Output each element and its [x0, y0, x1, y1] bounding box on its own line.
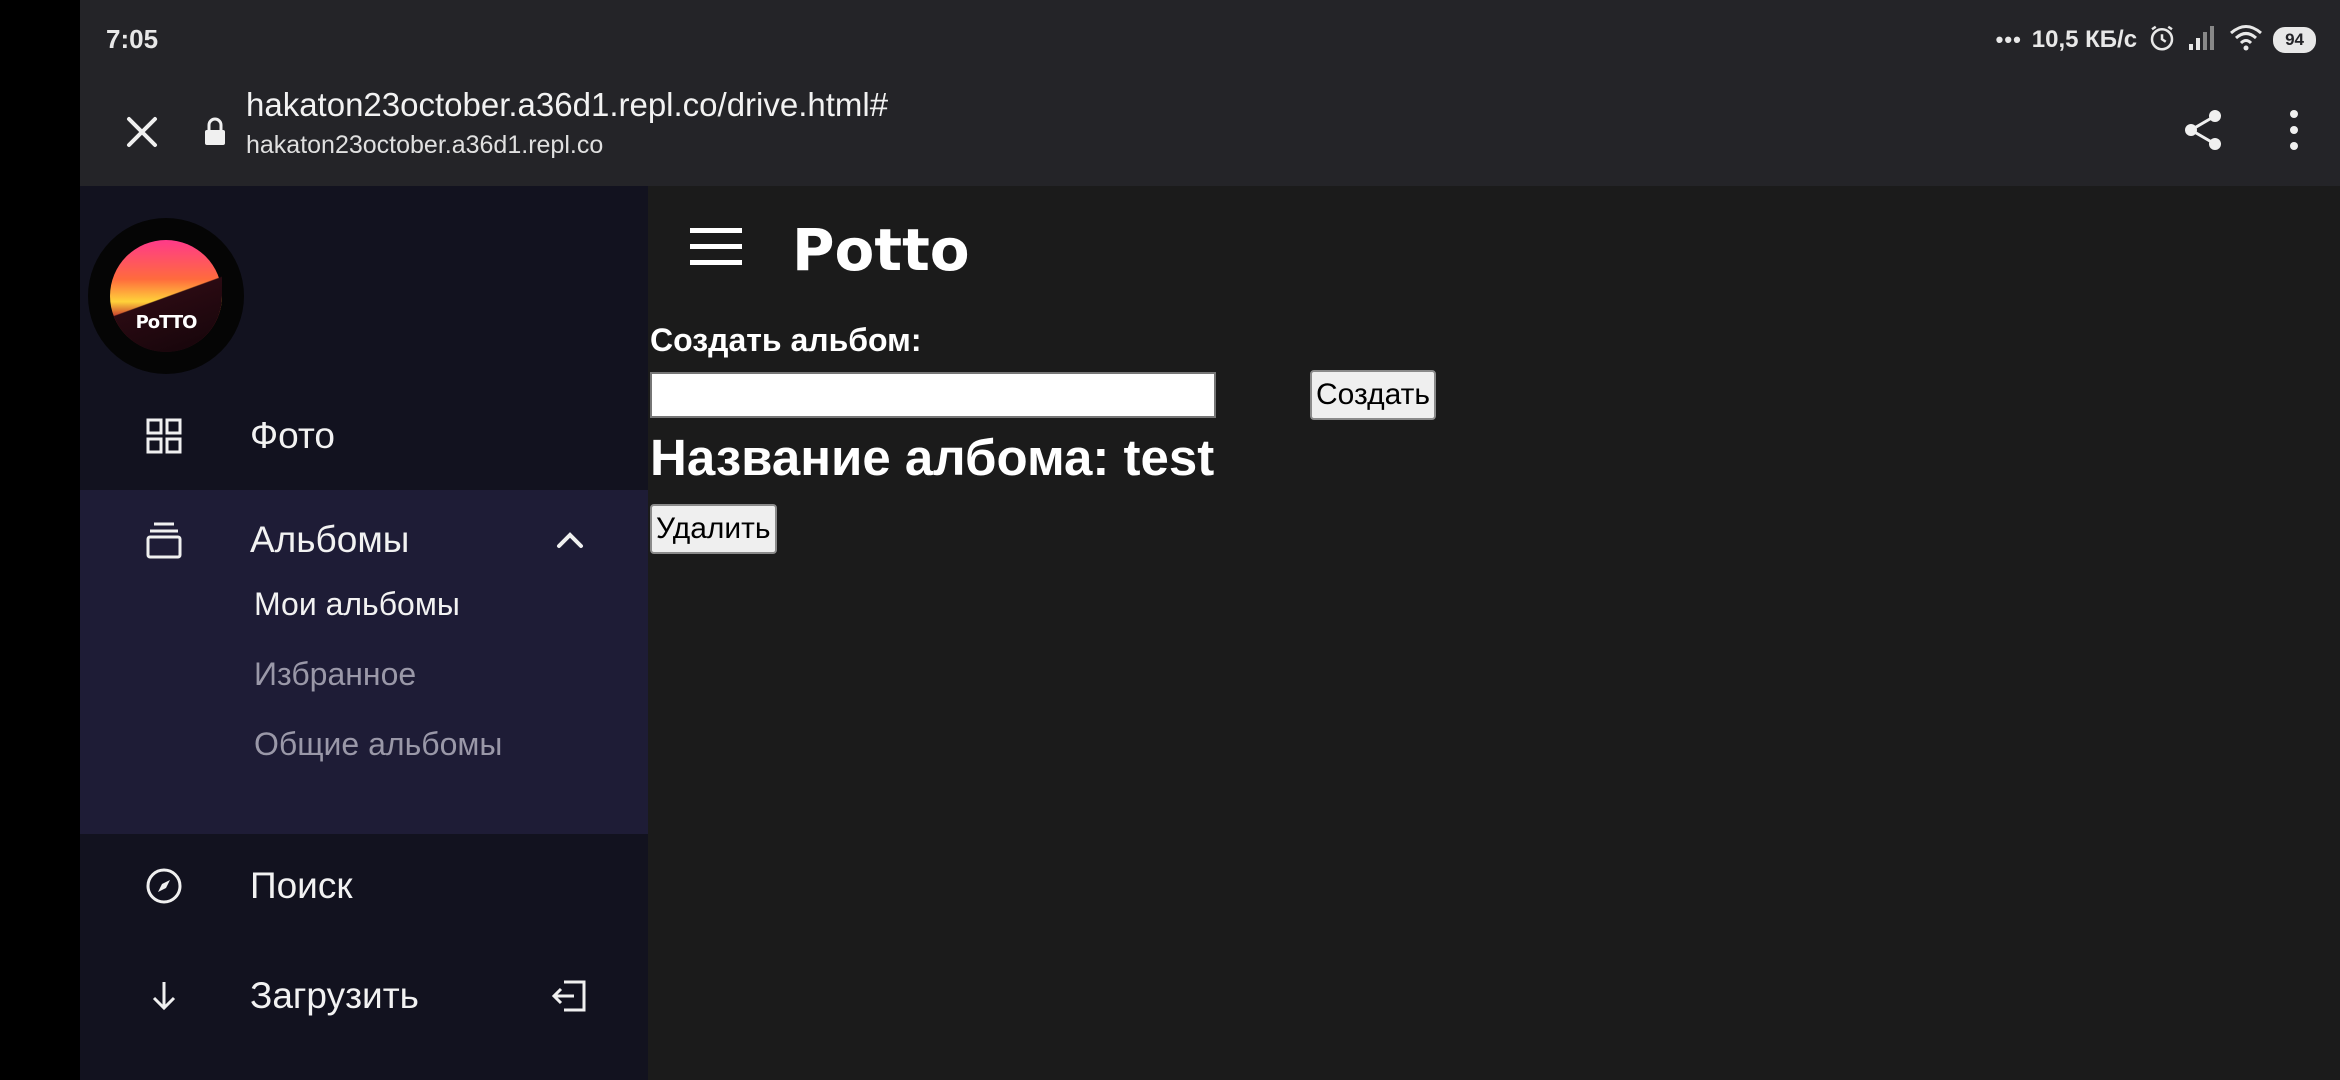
sidebar-item-label: Поиск: [250, 865, 353, 906]
create-album-label: Создать альбом:: [650, 322, 922, 358]
sidebar: PoTTO Фото Альбомы Мои альбомы Избранное…: [80, 186, 648, 1080]
app-logo[interactable]: PoTTO: [88, 218, 244, 374]
sidebar-item-upload[interactable]: Загрузить: [80, 946, 648, 1046]
sidebar-item-albums[interactable]: Альбомы: [80, 490, 648, 590]
logout-icon[interactable]: [546, 972, 594, 1020]
page-title: Potto: [792, 216, 970, 284]
browser-toolbar: hakaton23october.a36d1.repl.co/drive.htm…: [80, 80, 2340, 186]
close-icon[interactable]: [110, 100, 174, 164]
download-icon: [142, 974, 186, 1018]
status-bar: 7:05 ••• 10,5 КБ/с 94: [80, 0, 2340, 80]
chevron-up-icon[interactable]: [548, 518, 592, 562]
delete-album-button[interactable]: Удалить: [650, 504, 777, 554]
album-name-input[interactable]: [650, 372, 1216, 418]
grid-icon: [142, 414, 186, 458]
sidebar-item-label: Альбомы: [250, 519, 410, 560]
sidebar-item-label: Загрузить: [250, 975, 419, 1016]
create-album-button[interactable]: Создать: [1310, 370, 1437, 420]
compass-icon: [142, 864, 186, 908]
wifi-icon: [2229, 24, 2263, 57]
phone-screen: 7:05 ••• 10,5 КБ/с 94 hakaton23october.a…: [80, 0, 2340, 1080]
sidebar-item-label: Фото: [250, 415, 336, 456]
sidebar-item-photo[interactable]: Фото: [80, 386, 648, 486]
sidebar-subitem-my-albums[interactable]: Мои альбомы: [254, 586, 460, 623]
page-url[interactable]: hakaton23october.a36d1.repl.co/drive.htm…: [246, 86, 888, 124]
sidebar-subitem-shared-albums[interactable]: Общие альбомы: [254, 726, 502, 763]
sidebar-item-search[interactable]: Поиск: [80, 836, 648, 936]
battery-icon: 94: [2273, 27, 2316, 53]
more-vert-icon[interactable]: [2262, 98, 2326, 162]
sidebar-subitem-favorites[interactable]: Избранное: [254, 656, 416, 693]
lock-icon: [200, 108, 230, 156]
menu-icon[interactable]: [688, 224, 748, 274]
album-title: Название албома: test: [650, 429, 1215, 486]
alarm-icon: [2147, 23, 2177, 58]
status-time: 7:05: [106, 24, 159, 54]
page-host: hakaton23october.a36d1.repl.co: [246, 131, 604, 159]
albums-icon: [142, 518, 186, 562]
main-content: Potto Создать альбом: Создать Название а…: [648, 186, 2340, 1080]
more-dots-icon: •••: [1995, 27, 2022, 52]
logo-text: PoTTO: [135, 312, 198, 333]
albums-section: Альбомы Мои альбомы Избранное Общие альб…: [80, 490, 648, 834]
share-icon[interactable]: [2172, 98, 2236, 162]
network-speed: 10,5 КБ/с: [2031, 26, 2138, 53]
status-indicators: ••• 10,5 КБ/с 94: [1996, 22, 2316, 58]
signal-icon: [2187, 24, 2219, 57]
